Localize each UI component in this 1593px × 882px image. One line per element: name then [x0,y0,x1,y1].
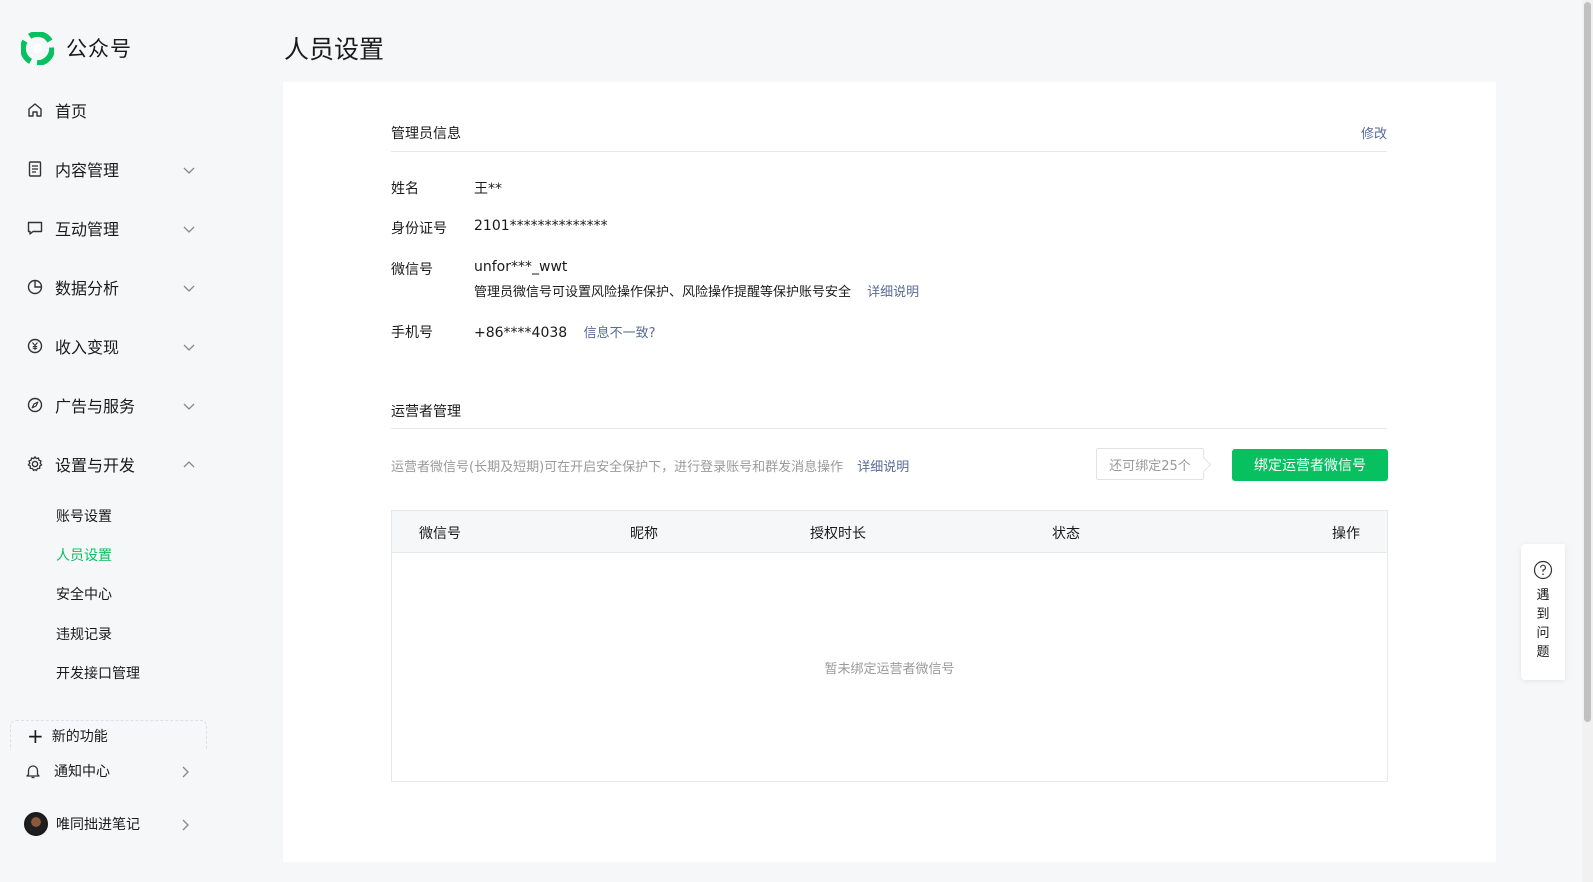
nav-item-monetization[interactable]: 收入变现 [26,331,196,361]
home-icon [26,101,44,119]
column-actions: 操作 [1332,526,1360,542]
scrollbar-thumb[interactable] [1584,2,1591,722]
admin-id-label: 身份证号 [391,221,447,237]
nav-item-interaction[interactable]: 互动管理 [26,213,196,243]
operators-table: 微信号 昵称 授权时长 状态 操作 暂未绑定运营者微信号 [391,510,1388,782]
yen-icon [26,337,44,355]
subnav-account-settings[interactable]: 账号设置 [56,505,112,527]
account-name: 唯同拙进笔记 [56,817,140,833]
admin-wechat-hint-text: 管理员微信号可设置风险操作保护、风险操作提醒等保护账号安全 [474,285,852,300]
operators-section-title: 运营者管理 [391,404,461,420]
nav-item-label: 数据分析 [55,279,120,298]
operators-section-header: 运营者管理 [391,401,1387,429]
nav-item-label: 内容管理 [55,161,120,180]
admin-name-label: 姓名 [391,181,419,197]
admin-phone-value: +86****4038 [474,325,568,341]
chevron-down-icon [182,280,196,294]
subnav-personnel-settings[interactable]: 人员设置 [56,544,112,566]
new-feature-entry[interactable]: + 新的功能 [10,720,207,750]
admin-phone-value-wrap: +86****4038 信息不一致? [474,322,656,341]
page-title: 人员设置 [284,35,385,64]
bell-icon [24,762,42,780]
subnav-violation-records[interactable]: 违规记录 [56,623,112,645]
page-scrollbar[interactable] [1582,0,1593,882]
table-header: 微信号 昵称 授权时长 状态 操作 [392,511,1387,553]
nav-item-label: 首页 [55,102,88,121]
admin-wechat-label: 微信号 [391,262,433,278]
app-logo[interactable]: 公众号 [21,30,132,66]
column-nickname: 昵称 [630,526,658,542]
content-card: 管理员信息 修改 姓名 王** 身份证号 2101************** … [283,82,1496,862]
sidebar: 公众号 首页 内容管理 互动管理 数据分析 收入变现 广告与服务 设置与开发 账… [0,0,230,882]
chevron-up-icon [182,457,196,471]
column-status: 状态 [1052,526,1080,542]
document-icon [26,160,44,178]
nav-item-label: 设置与开发 [55,456,136,475]
chevron-right-icon [178,764,192,778]
chevron-right-icon [178,817,192,831]
column-auth-duration: 授权时长 [810,526,866,542]
subnav-security-center[interactable]: 安全中心 [56,583,112,605]
admin-section-header: 管理员信息 修改 [391,123,1387,152]
admin-phone-label: 手机号 [391,325,433,341]
nav-item-label: 互动管理 [55,220,120,239]
bind-operator-button[interactable]: 绑定运营者微信号 [1232,449,1388,481]
chevron-down-icon [182,221,196,235]
new-feature-label: 新的功能 [51,729,108,745]
gear-icon [26,455,44,473]
edit-admin-link[interactable]: 修改 [1361,123,1387,142]
subnav-dev-api[interactable]: 开发接口管理 [56,662,140,684]
pie-chart-icon [26,278,44,296]
plus-icon: + [27,724,44,748]
nav-item-ads-services[interactable]: 广告与服务 [26,390,196,420]
bind-quota-tag: 还可绑定25个 [1096,448,1204,480]
empty-state-text: 暂未绑定运营者微信号 [824,662,955,677]
nav-item-home[interactable]: 首页 [26,95,196,125]
chevron-down-icon [182,162,196,176]
admin-wechat-value: unfor***_wwt [474,259,568,275]
nav-item-settings-dev[interactable]: 设置与开发 [26,449,196,479]
nav-item-label: 收入变现 [55,338,120,357]
admin-wechat-hint: 管理员微信号可设置风险操作保护、风险操作提醒等保护账号安全 详细说明 [474,281,919,300]
account-menu[interactable]: 唯同拙进笔记 [24,810,192,838]
notification-label: 通知中心 [54,764,110,780]
operators-description: 运营者微信号(长期及短期)可在开启安全保护下，进行登录账号和群发消息操作 详细说… [391,456,909,475]
app-name: 公众号 [66,37,132,61]
operators-detail-link[interactable]: 详细说明 [857,460,909,475]
nav-item-content[interactable]: 内容管理 [26,154,196,184]
info-mismatch-link[interactable]: 信息不一致? [584,326,656,341]
help-float-button[interactable]: 遇到问题 [1521,544,1565,680]
compass-icon [26,396,44,414]
admin-id-value: 2101************** [474,218,608,234]
chat-icon [26,219,44,237]
help-label: 遇到问题 [1536,588,1550,660]
admin-name-value: 王** [474,181,502,197]
question-circle-icon [1533,560,1553,580]
chevron-down-icon [182,398,196,412]
wechat-detail-link[interactable]: 详细说明 [867,285,919,300]
wechat-official-logo-icon [21,31,54,65]
admin-section-title: 管理员信息 [391,126,461,142]
notification-center[interactable]: 通知中心 [24,757,192,785]
column-wechat-id: 微信号 [419,526,461,542]
avatar [24,812,48,836]
chevron-down-icon [182,339,196,353]
nav-item-analytics[interactable]: 数据分析 [26,272,196,302]
operators-description-text: 运营者微信号(长期及短期)可在开启安全保护下，进行登录账号和群发消息操作 [391,460,844,475]
nav-item-label: 广告与服务 [55,397,136,416]
